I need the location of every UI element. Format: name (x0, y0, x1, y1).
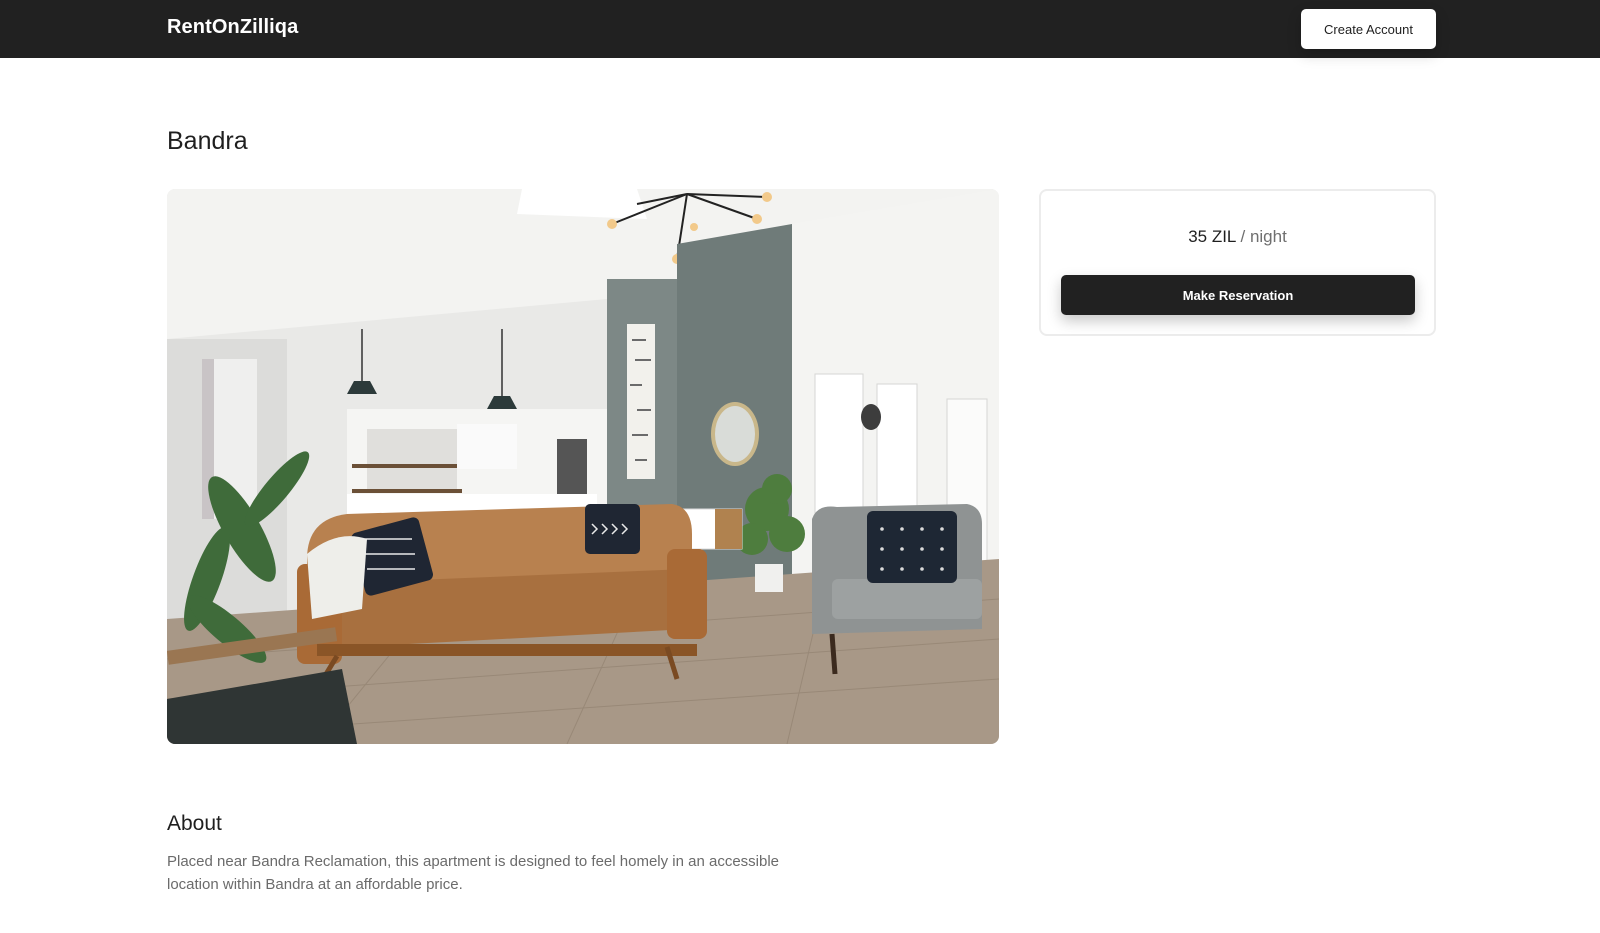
listing-title: Bandra (167, 127, 248, 155)
listing-photo (167, 189, 999, 744)
price-unit: / night (1240, 227, 1287, 246)
make-reservation-button[interactable]: Make Reservation (1061, 275, 1415, 315)
top-navbar: RentOnZilliqa Create Account (0, 0, 1600, 58)
create-account-button[interactable]: Create Account (1301, 9, 1436, 49)
about-heading: About (167, 812, 222, 835)
brand-logo[interactable]: RentOnZilliqa (167, 16, 298, 39)
price-line: 35 ZIL / night (1041, 227, 1434, 247)
booking-card: 35 ZIL / night Make Reservation (1039, 189, 1436, 336)
about-description: Placed near Bandra Reclamation, this apa… (167, 853, 780, 893)
price-value: 35 ZIL (1188, 227, 1236, 246)
